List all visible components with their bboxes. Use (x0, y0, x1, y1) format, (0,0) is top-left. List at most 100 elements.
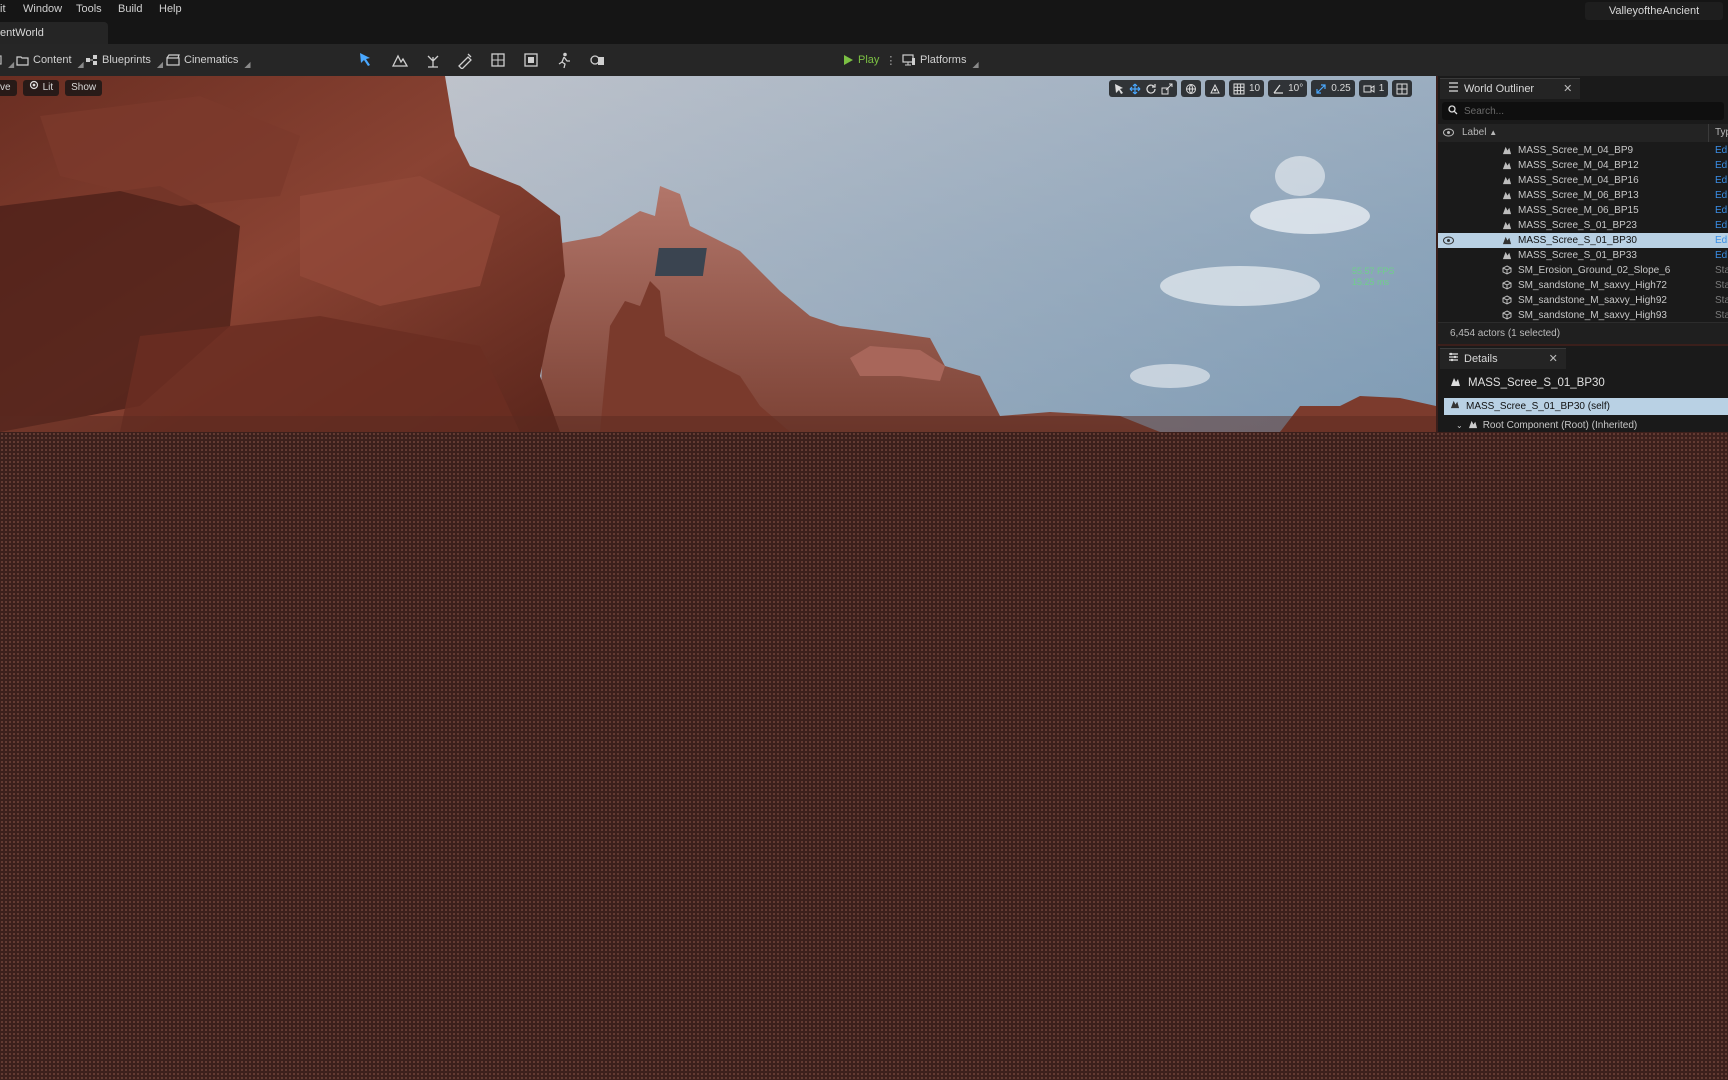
scale-icon[interactable] (1161, 83, 1173, 95)
blueprint-actor-icon (1502, 190, 1512, 200)
grid-snap-control[interactable]: 10 (1229, 80, 1265, 97)
landscape-mode-icon[interactable] (391, 51, 409, 69)
camera-speed-control[interactable]: 1 (1358, 80, 1389, 97)
component-icon (1468, 419, 1478, 432)
outliner-row[interactable]: MASS_Scree_S_01_BP23 Ed (1438, 218, 1728, 233)
details-tab[interactable]: Details ✕ (1440, 348, 1566, 369)
grid-icon (1233, 83, 1245, 95)
world-local-toggle[interactable] (1181, 80, 1201, 97)
outliner-row[interactable]: SM_Erosion_Ground_02_Slope_6 Sta (1438, 263, 1728, 278)
menu-item-tools[interactable]: Tools (76, 3, 102, 15)
outliner-row-type: Ed (1715, 160, 1728, 171)
visibility-eye-icon[interactable] (1443, 235, 1454, 245)
cinematics-button[interactable]: Cinematics ◢ (166, 50, 251, 70)
outliner-actor-count: 6,454 actors (1 selected) (1438, 322, 1728, 344)
root-component-label: Root Component (Root) (Inherited) (1482, 420, 1638, 431)
animation-mode-icon[interactable] (555, 51, 573, 69)
camera-speed-value: 1 (1378, 83, 1385, 94)
outliner-row[interactable]: MASS_Scree_M_04_BP12 Ed (1438, 158, 1728, 173)
search-placeholder: Search... (1464, 105, 1505, 117)
outliner-row[interactable]: MASS_Scree_S_01_BP33 Ed (1438, 248, 1728, 263)
blueprint-actor-icon (1502, 160, 1512, 170)
rotate-icon[interactable] (1145, 83, 1157, 95)
select-cursor-icon[interactable] (1113, 83, 1125, 95)
outliner-row[interactable]: SM_sandstone_M_saxvy_High93 Sta (1438, 308, 1728, 323)
outliner-row-label: MASS_Scree_S_01_BP33 (1518, 250, 1637, 261)
perspective-dropdown[interactable]: ve (0, 80, 17, 96)
brush-edit-mode-icon[interactable] (522, 51, 540, 69)
menu-item-window[interactable]: Window (23, 3, 62, 15)
chevron-down-icon: ◢ (244, 59, 251, 69)
column-divider (1708, 124, 1709, 142)
content-label: Content (33, 54, 72, 66)
type-column-header[interactable]: Typ (1715, 127, 1728, 138)
fracture-mode-icon[interactable] (489, 51, 507, 69)
close-icon[interactable]: ✕ (1563, 79, 1572, 99)
outliner-row[interactable]: MASS_Scree_S_01_BP30 Ed (1438, 233, 1728, 248)
play-options-icon[interactable]: ⋮ (885, 54, 896, 67)
outliner-row-label: SM_sandstone_M_saxvy_High92 (1518, 295, 1667, 306)
surface-snap-toggle[interactable] (1205, 80, 1225, 97)
lit-icon (29, 80, 39, 96)
content-browser-icon (16, 54, 29, 66)
blueprints-button[interactable]: Blueprints ◢ (85, 50, 163, 70)
angle-icon (1272, 83, 1284, 95)
static-mesh-icon (1502, 280, 1512, 290)
viewport-layout-button[interactable] (1392, 80, 1413, 97)
outliner-row[interactable]: SM_sandstone_M_saxvy_High72 Sta (1438, 278, 1728, 293)
platforms-icon (902, 54, 916, 66)
outliner-row-type: Sta (1715, 280, 1728, 291)
mesh-paint-mode-icon[interactable] (456, 51, 474, 70)
outliner-row[interactable]: MASS_Scree_M_06_BP15 Ed (1438, 203, 1728, 218)
world-outliner-tab[interactable]: World Outliner ✕ (1440, 78, 1581, 99)
component-self-row[interactable]: MASS_Scree_S_01_BP30 (self) (1444, 398, 1728, 415)
outliner-rows: MASS_Scree_M_04_BP9 Ed MASS_Scree_M_04_BP1… (1438, 143, 1728, 323)
menu-item-edit[interactable]: it (0, 3, 6, 15)
rotation-snap-control[interactable]: 10° (1268, 80, 1308, 97)
level-tab[interactable]: entWorld (0, 22, 108, 44)
select-mode-icon[interactable] (357, 51, 375, 69)
scale-snap-control[interactable]: 0.25 (1311, 80, 1355, 97)
blueprint-icon (85, 54, 98, 66)
fps-value: 55.57 FPS (1352, 266, 1395, 276)
menu-item-build[interactable]: Build (118, 3, 142, 15)
blueprint-actor-icon (1450, 376, 1461, 390)
foliage-mode-icon[interactable] (424, 51, 442, 69)
chevron-down-icon: ◢ (8, 59, 15, 69)
platforms-button[interactable]: Platforms ◢ (902, 50, 979, 70)
show-dropdown[interactable]: Show (65, 80, 103, 96)
play-button[interactable]: Play ⋮ (842, 50, 896, 70)
outliner-search-input[interactable]: Search... (1442, 102, 1724, 120)
menu-item-help[interactable]: Help (159, 3, 182, 15)
view-mode-dropdown[interactable]: Lit (22, 80, 60, 96)
static-mesh-icon (1502, 265, 1512, 275)
camera-icon (1363, 83, 1375, 95)
globe-icon (1185, 83, 1197, 95)
menu-bar: it Window Tools Build Help ValleyoftheAn… (0, 0, 1728, 22)
frame-time-value: 15.25 ms (1352, 277, 1390, 287)
save-button[interactable]: ◢ (0, 50, 14, 70)
outliner-row-label: SM_sandstone_M_saxvy_High72 (1518, 280, 1667, 291)
fps-readout: 55.57 FPS 15.25 ms (1352, 266, 1395, 288)
save-icon (0, 55, 2, 65)
outliner-row[interactable]: MASS_Scree_M_04_BP16 Ed (1438, 173, 1728, 188)
outliner-row[interactable]: SM_sandstone_M_saxvy_High92 Sta (1438, 293, 1728, 308)
outliner-icon (1448, 79, 1459, 99)
outliner-row-label: SM_Erosion_Ground_02_Slope_6 (1518, 265, 1671, 276)
outliner-row-type: Ed (1715, 250, 1728, 261)
level-viewport[interactable]: ve Lit Show 10 10° 0.25 1 55.57 FPS 15.2… (0, 76, 1436, 432)
details-panel: Details ✕ MASS_Scree_S_01_BP30 MASS_Scre… (1438, 346, 1728, 432)
close-icon[interactable]: ✕ (1549, 349, 1558, 369)
visibility-column-icon[interactable] (1443, 128, 1454, 140)
outliner-row-type: Sta (1715, 265, 1728, 276)
main-toolbar: ◢ Content ◢ Blueprints ◢ Cinematics ◢ Pl… (0, 44, 1728, 76)
outliner-column-header: Label ▲ Typ (1438, 124, 1728, 142)
move-icon[interactable] (1129, 83, 1141, 95)
modeling-mode-icon[interactable] (588, 51, 606, 69)
perspective-label: ve (0, 82, 11, 93)
content-button[interactable]: Content ◢ (16, 50, 84, 70)
label-column-header[interactable]: Label ▲ (1462, 127, 1497, 138)
outliner-row[interactable]: MASS_Scree_M_06_BP13 Ed (1438, 188, 1728, 203)
outliner-row[interactable]: MASS_Scree_M_04_BP9 Ed (1438, 143, 1728, 158)
root-component-row[interactable]: ⌄ Root Component (Root) (Inherited) (1456, 419, 1637, 432)
